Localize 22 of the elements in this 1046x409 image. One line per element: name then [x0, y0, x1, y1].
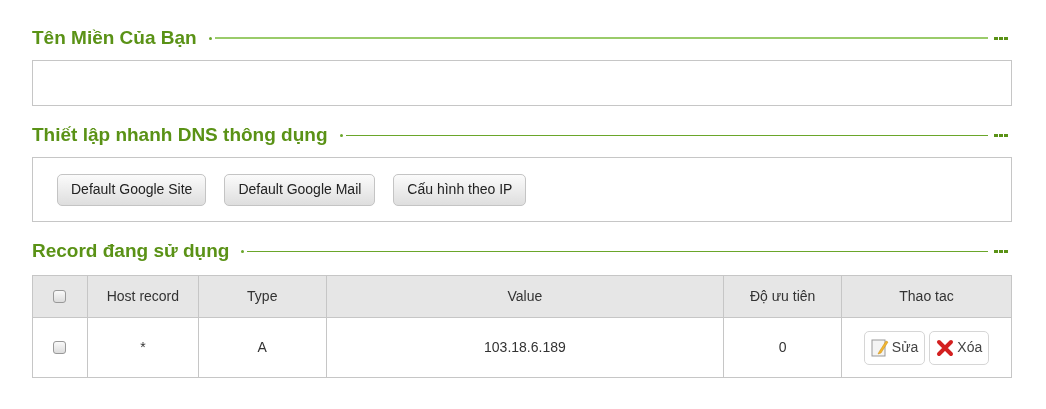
checkbox[interactable] — [53, 341, 67, 354]
section-title: Record đang sử dụng — [32, 238, 230, 263]
section-title: Thiết lập nhanh DNS thông dụng — [32, 122, 328, 147]
table-cell: A — [198, 317, 327, 378]
table-cell: * — [87, 317, 199, 378]
table-cell: 0 — [723, 317, 842, 378]
notepad-pencil-icon — [870, 337, 889, 358]
preset-button[interactable]: Default Google Mail — [224, 173, 376, 206]
delete-button[interactable]: Xóa — [929, 330, 990, 365]
column-header: Value — [326, 275, 724, 318]
preset-button[interactable]: Cấu hình theo IP — [393, 173, 527, 206]
checkbox[interactable] — [53, 290, 67, 303]
column-header: Type — [198, 275, 327, 318]
section-title: Tên Miền Của Bạn — [32, 25, 197, 50]
column-header: Độ ưu tiên — [723, 275, 842, 318]
cross-icon — [936, 338, 955, 357]
column-header: Host record — [87, 275, 199, 318]
preset-button[interactable]: Default Google Site — [57, 173, 207, 206]
edit-button[interactable]: Sửa — [863, 330, 926, 365]
column-header: Thao tac — [841, 275, 1012, 318]
domain-field[interactable] — [32, 60, 1012, 106]
table-cell: 103.18.6.189 — [326, 317, 724, 378]
